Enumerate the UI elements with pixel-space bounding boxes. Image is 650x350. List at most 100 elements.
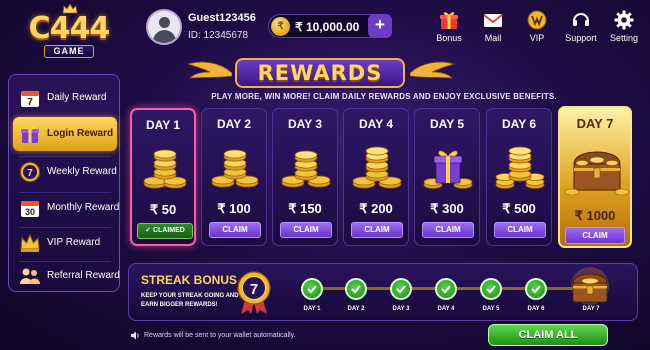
streak-day-5-check	[480, 278, 502, 300]
badge-number: 7	[27, 168, 33, 179]
mail-icon	[483, 14, 503, 27]
streak-day-label: DAY 6	[527, 306, 545, 312]
check-icon	[531, 285, 541, 294]
gift-box-icon	[423, 150, 473, 189]
day-label: DAY 6	[501, 117, 537, 131]
calendar-30-icon: 30	[21, 201, 39, 217]
rewards-subtitle: PLAY MORE, WIN MORE! CLAIM DAILY REWARDS…	[211, 92, 557, 101]
footer-note-text: Rewards will be sent to your wallet auto…	[144, 332, 296, 339]
sidebar-item-label: Weekly Reward	[47, 166, 117, 177]
reward-amount: ₹ 1000	[574, 208, 616, 223]
day-card-6[interactable]: DAY 6 ₹ 500 CLAIM	[486, 108, 552, 246]
sidebar-item-login-reward[interactable]: Login Reward	[13, 117, 117, 151]
balance-value: ₹ 10,000.00	[295, 20, 360, 34]
check-icon	[351, 285, 361, 294]
streak-day-label: DAY 3	[392, 306, 410, 312]
logo-subtext: GAME	[44, 45, 94, 58]
check-icon	[486, 285, 496, 294]
streak-day-4-check	[435, 278, 457, 300]
calendar-number: 30	[25, 207, 35, 217]
claim-button[interactable]: CLAIM	[280, 222, 332, 238]
user-id: ID: 12345678	[188, 30, 249, 41]
day-card-1[interactable]: DAY 1 ₹ 50 ✓ CLAIMED	[130, 108, 196, 246]
reward-amount: ₹ 500	[502, 201, 536, 216]
avatar-body	[153, 30, 176, 43]
claim-button[interactable]: CLAIM	[422, 222, 474, 238]
sidebar-item-label: Referral Reward	[47, 270, 120, 281]
reward-amount: ₹ 150	[288, 201, 322, 216]
gift-icon	[21, 126, 39, 143]
vip-button[interactable]: VIP	[517, 8, 557, 48]
day-card-5[interactable]: DAY 5 ₹ 300 CLAIM	[414, 108, 480, 246]
game-logo: C444 GAME	[14, 4, 124, 58]
balance-display: ₹ ₹ 10,000.00 +	[268, 14, 392, 38]
sidebar-item-vip-reward[interactable]: VIP Reward	[13, 226, 117, 260]
gear-icon	[614, 10, 634, 30]
claim-button[interactable]: CLAIM	[565, 227, 625, 244]
coin-stack-icon	[495, 146, 545, 189]
claim-button[interactable]: CLAIM	[209, 222, 261, 238]
username: Guest123456	[188, 12, 256, 24]
streak-day-1-check	[301, 278, 323, 300]
vip-icon	[527, 10, 547, 30]
day-label: DAY 7	[576, 116, 614, 131]
sidebar-item-weekly-reward[interactable]: 7 Weekly Reward	[13, 155, 117, 189]
streak-day-2-check	[345, 278, 367, 300]
claimed-badge: ✓ CLAIMED	[137, 223, 193, 239]
streak-title: STREAK BONUS	[141, 273, 238, 287]
avatar-head	[159, 17, 170, 28]
day-label: DAY 4	[358, 117, 394, 131]
streak-day-6-check	[525, 278, 547, 300]
claim-all-button[interactable]: CLAIM ALL	[488, 324, 608, 346]
top-bar: C444 GAME Guest123456 ID: 12345678 ₹ ₹ 1…	[0, 0, 650, 62]
day-card-3[interactable]: DAY 3 ₹ 150 CLAIM	[272, 108, 338, 246]
vip-label: VIP	[529, 33, 545, 43]
users-icon	[20, 268, 40, 284]
reward-amount: ₹ 100	[217, 201, 251, 216]
crown-icon	[20, 233, 40, 252]
streak-day-label: DAY 7	[582, 306, 600, 312]
avatar[interactable]	[146, 9, 182, 45]
add-funds-button[interactable]: +	[368, 14, 392, 38]
day-card-7[interactable]: DAY 7 ₹ 1000 CLAIM	[558, 106, 632, 248]
reward-amount: ₹ 50	[149, 202, 177, 217]
streak-day-label: DAY 1	[303, 306, 321, 312]
mail-button[interactable]: Mail	[473, 8, 513, 48]
sidebar-item-label: Login Reward	[47, 128, 114, 139]
setting-button[interactable]: Setting	[604, 8, 644, 48]
claim-button[interactable]: CLAIM	[494, 222, 546, 238]
sidebar-item-label: VIP Reward	[47, 237, 101, 248]
badge-7-icon: 7	[20, 162, 40, 182]
claim-button[interactable]: CLAIM	[351, 222, 403, 238]
bonus-button[interactable]: Bonus	[429, 8, 469, 48]
sidebar-item-monthly-reward[interactable]: 30 Monthly Reward	[13, 191, 120, 225]
check-icon	[396, 285, 406, 294]
calendar-number: 7	[27, 97, 33, 108]
page-title: REWARDS	[257, 61, 383, 85]
sidebar-item-referral-reward[interactable]: Referral Reward	[13, 259, 120, 293]
mail-label: Mail	[484, 33, 502, 43]
coin-stack-icon	[352, 146, 402, 189]
streak-day-3-check	[390, 278, 412, 300]
headset-icon	[573, 13, 589, 26]
claimed-label: CLAIMED	[152, 227, 185, 234]
streak-badge-number: 7	[250, 281, 258, 298]
logo-text: C444	[28, 11, 111, 46]
footer-note: Rewards will be sent to your wallet auto…	[130, 332, 296, 339]
sidebar-item-daily-reward[interactable]: 7 Daily Reward	[13, 81, 117, 115]
right-wing-icon	[410, 61, 456, 79]
day-card-4[interactable]: DAY 4 ₹ 200 CLAIM	[343, 108, 409, 246]
day-card-2[interactable]: DAY 2 ₹ 100 CLAIM	[201, 108, 267, 246]
rewards-title-banner: REWARDS	[235, 58, 405, 88]
streak-bonus-panel: STREAK BONUS KEEP YOUR STREAK GOING AND …	[128, 263, 638, 321]
calendar-7-icon: 7	[21, 91, 39, 108]
support-button[interactable]: Support	[561, 8, 601, 48]
sidebar-item-label: Monthly Reward	[47, 202, 120, 213]
treasure-chest-icon	[564, 151, 630, 196]
streak-day-label: DAY 4	[437, 306, 455, 312]
sidebar-item-label: Daily Reward	[47, 92, 107, 103]
treasure-chest-icon	[571, 267, 609, 305]
streak-day-label: DAY 2	[347, 306, 365, 312]
setting-label: Setting	[609, 33, 639, 43]
streak-description: KEEP YOUR STREAK GOING AND EARN BIGGER R…	[141, 293, 239, 308]
